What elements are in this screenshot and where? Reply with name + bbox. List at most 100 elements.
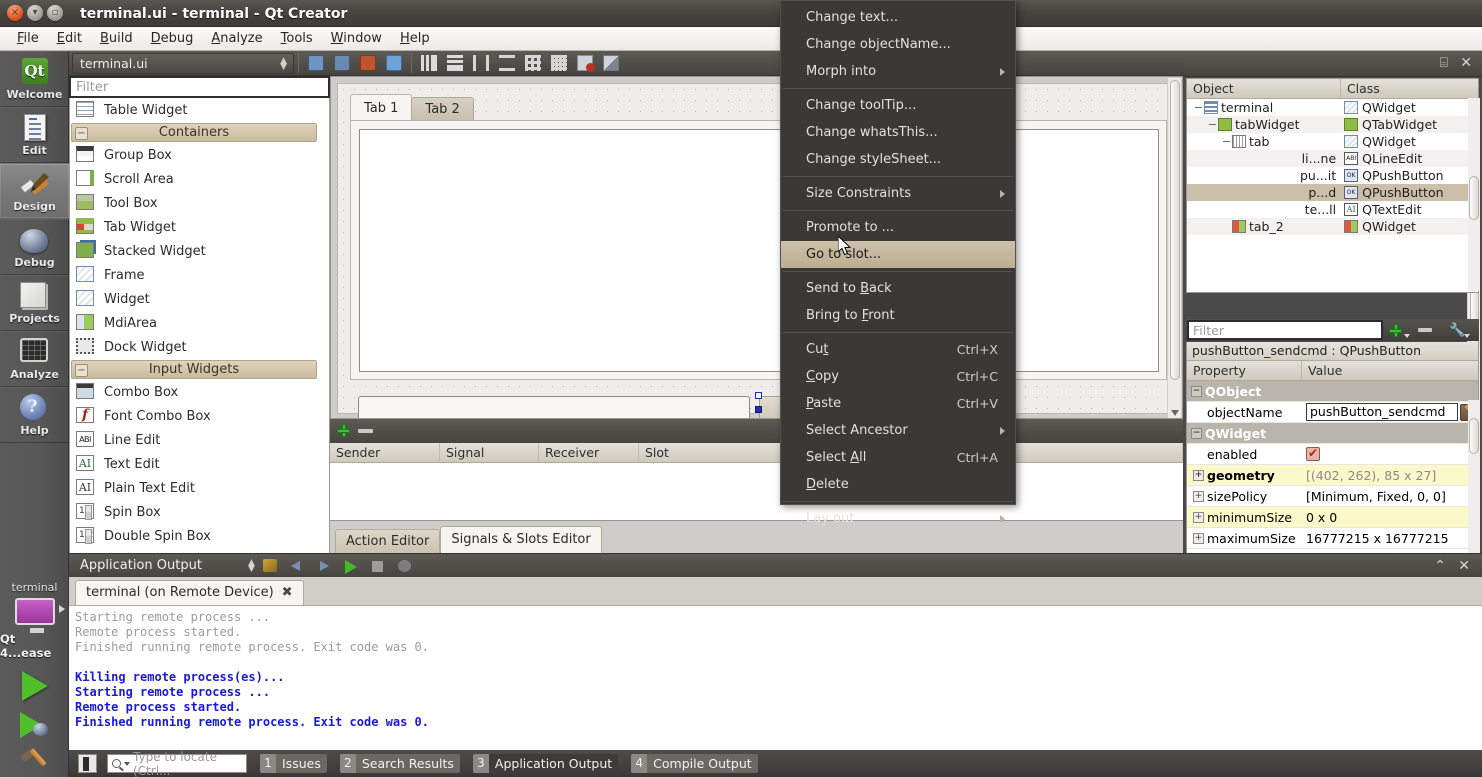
- column-sender[interactable]: Sender: [330, 443, 440, 462]
- menu-file[interactable]: File: [8, 29, 48, 48]
- property-value-cell[interactable]: 16777215 x 16777215: [1301, 531, 1478, 546]
- maximize-button[interactable]: ▫: [47, 5, 63, 21]
- edit-widgets-icon[interactable]: [304, 52, 328, 74]
- add-property-icon[interactable]: [1383, 320, 1413, 340]
- property-row[interactable]: − QObject: [1187, 381, 1478, 402]
- scrollbar-thumb[interactable]: [1469, 418, 1479, 454]
- mode-projects[interactable]: Projects: [0, 275, 69, 331]
- menu-item[interactable]: Promote to ...: [781, 214, 1015, 241]
- menu-item[interactable]: Send to Back: [781, 275, 1015, 302]
- property-value-cell[interactable]: [Minimum, Fixed, 0, 0]: [1301, 489, 1478, 504]
- column-signal[interactable]: Signal: [440, 443, 539, 462]
- widget-item[interactable]: Frame: [70, 263, 320, 287]
- output-tab-terminal[interactable]: terminal (on Remote Device) ✖: [75, 580, 304, 605]
- layout-splitter-v-icon[interactable]: [495, 52, 519, 74]
- status-pane-button[interactable]: 2 Search Results: [339, 754, 460, 774]
- menu-item[interactable]: Bring to Front: [781, 302, 1015, 329]
- resize-handle[interactable]: [755, 392, 762, 399]
- menu-item[interactable]: Lay out: [781, 505, 1015, 532]
- widget-item[interactable]: 1 Spin Box: [70, 500, 320, 524]
- status-pane-button[interactable]: 1 Issues: [260, 754, 327, 774]
- form-canvas[interactable]: Tab 1 Tab 2 sen: [330, 76, 1183, 419]
- mode-analyze[interactable]: Analyze: [0, 331, 69, 387]
- resize-handle[interactable]: [755, 406, 762, 413]
- menu-item[interactable]: Change whatsThis...: [781, 119, 1015, 146]
- menu-item[interactable]: Select Ancestor: [781, 417, 1015, 444]
- widget-item[interactable]: ABI Line Edit: [70, 428, 320, 452]
- menu-edit[interactable]: Edit: [48, 29, 91, 48]
- prev-item-icon[interactable]: [285, 556, 309, 576]
- property-value-cell[interactable]: [(402, 262), 85 x 27]: [1301, 468, 1478, 483]
- context-menu[interactable]: Change text... Change objectName... Morph …: [780, 0, 1016, 526]
- enabled-checkbox[interactable]: [1306, 447, 1320, 461]
- configure-icon[interactable]: 🔧: [1443, 320, 1473, 340]
- widget-item[interactable]: Scroll Area: [70, 167, 320, 191]
- form-line-edit[interactable]: [358, 396, 750, 418]
- debug-button[interactable]: [19, 711, 50, 738]
- object-inspector-row[interactable]: tab_2 QWidget: [1187, 218, 1478, 235]
- widget-item[interactable]: 1.2 Double Spin Box: [70, 524, 320, 548]
- edit-buddies-icon[interactable]: [356, 52, 380, 74]
- menu-item[interactable]: Morph into: [781, 58, 1015, 85]
- property-value-cell[interactable]: pushButton_sendcmd: [1301, 403, 1478, 421]
- close-dock-icon[interactable]: ✕: [1460, 55, 1472, 71]
- column-object[interactable]: Object: [1187, 79, 1340, 98]
- property-row[interactable]: − QWidget: [1187, 423, 1478, 444]
- toggle-sidebar-icon[interactable]: [78, 754, 97, 773]
- widget-item[interactable]: Widget: [70, 287, 320, 311]
- menu-item[interactable]: Change text...: [781, 4, 1015, 31]
- column-property[interactable]: Property: [1187, 361, 1301, 380]
- close-output-icon[interactable]: ✕: [1458, 558, 1470, 574]
- object-inspector-row[interactable]: − tabWidget QTabWidget: [1187, 116, 1478, 133]
- menu-item[interactable]: Copy Ctrl+C: [781, 363, 1015, 390]
- menu-item[interactable]: Change styleSheet...: [781, 146, 1015, 173]
- object-inspector-row[interactable]: li...ne ABI QLineEdit: [1187, 150, 1478, 167]
- property-row[interactable]: + maximumSize 16777215 x 16777215: [1187, 528, 1478, 549]
- property-row[interactable]: + sizePolicy [Minimum, Fixed, 0, 0]: [1187, 486, 1478, 507]
- widget-category[interactable]: − Input Widgets: [71, 360, 317, 379]
- property-editor-rows[interactable]: −QObjectobjectNamepushButton_sendcmd−QWi…: [1187, 381, 1478, 549]
- object-inspector-scrollbar[interactable]: [1468, 98, 1480, 291]
- open-document-combo[interactable]: terminal.ui ▲ ▼: [72, 52, 294, 74]
- form-tab-2[interactable]: Tab 2: [411, 97, 474, 121]
- collapse-icon[interactable]: −: [75, 364, 88, 377]
- form-tab-1[interactable]: Tab 1: [350, 94, 413, 121]
- adjust-size-icon[interactable]: [599, 52, 623, 74]
- edit-signals-slots-icon[interactable]: [330, 52, 354, 74]
- property-row[interactable]: + minimumSize 0 x 0: [1187, 507, 1478, 528]
- menu-help[interactable]: Help: [391, 29, 439, 48]
- stop-icon[interactable]: [366, 556, 390, 576]
- widget-category[interactable]: − Containers: [71, 123, 317, 142]
- menu-item[interactable]: Change objectName...: [781, 31, 1015, 58]
- layout-splitter-h-icon[interactable]: [469, 52, 493, 74]
- minimize-button[interactable]: ▾: [27, 5, 43, 21]
- mode-edit[interactable]: Edit: [0, 107, 69, 163]
- widget-box-filter[interactable]: [69, 76, 330, 98]
- property-value-cell[interactable]: 0 x 0: [1301, 510, 1478, 525]
- property-value-cell[interactable]: [1301, 447, 1478, 461]
- menu-item[interactable]: Cut Ctrl+X: [781, 336, 1015, 363]
- layout-form-icon[interactable]: [521, 52, 545, 74]
- break-layout-icon[interactable]: [573, 52, 597, 74]
- column-value[interactable]: Value: [1301, 361, 1478, 380]
- build-button[interactable]: [19, 747, 51, 777]
- widget-item[interactable]: MdiArea: [70, 311, 320, 335]
- property-row[interactable]: + geometry [(402, 262), 85 x 27]: [1187, 465, 1478, 486]
- form-text-edit[interactable]: [359, 129, 1159, 372]
- menu-item[interactable]: Size Constraints: [781, 180, 1015, 207]
- tab-action-editor[interactable]: Action Editor: [335, 529, 441, 553]
- mode-help[interactable]: ? Help: [0, 387, 69, 443]
- form-tab-bar[interactable]: Tab 1 Tab 2: [350, 94, 474, 121]
- next-item-icon[interactable]: [312, 556, 336, 576]
- mode-welcome[interactable]: Qt Welcome: [0, 51, 69, 107]
- layout-grid-icon[interactable]: [547, 52, 571, 74]
- widget-item[interactable]: f Font Combo Box: [70, 404, 320, 428]
- expand-collapse-icon[interactable]: −: [1193, 102, 1204, 113]
- expand-icon[interactable]: +: [1193, 469, 1204, 481]
- signals-slots-body[interactable]: [330, 463, 1183, 521]
- object-inspector-row[interactable]: p...d OK QPushButton: [1187, 184, 1478, 201]
- property-row[interactable]: enabled: [1187, 444, 1478, 465]
- add-connection-icon[interactable]: [336, 423, 352, 439]
- mode-design[interactable]: Design: [0, 163, 69, 219]
- property-row[interactable]: objectName pushButton_sendcmd: [1187, 402, 1478, 423]
